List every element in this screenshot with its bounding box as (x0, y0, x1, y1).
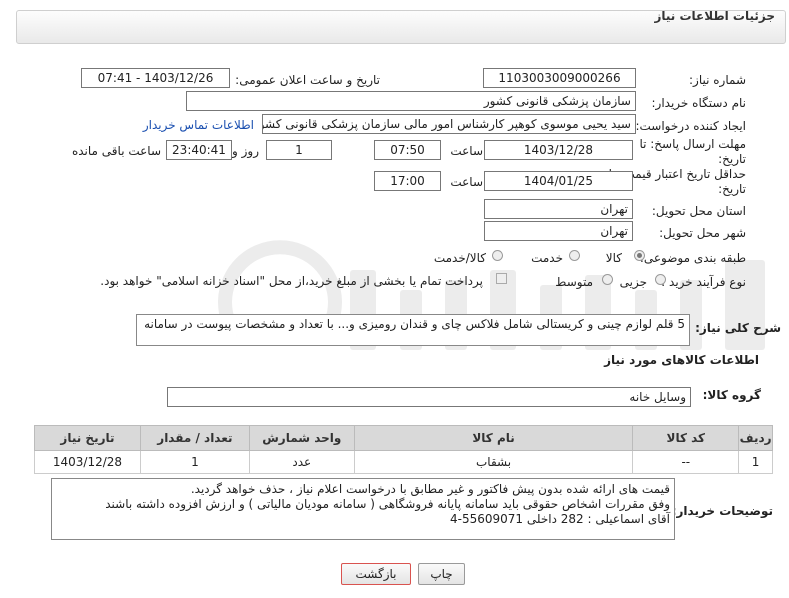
cell-code: -- (632, 450, 740, 474)
col-row: ردیف (738, 425, 773, 451)
description-field: 5 قلم لوازم چینی و کریستالی شامل فلاکس چ… (136, 314, 690, 346)
purchase-type-option-minor: جزیی (619, 275, 647, 289)
col-unit: واحد شمارش (248, 425, 355, 451)
reply-deadline-days-label: روز و (232, 144, 259, 158)
category-option-goods-service: کالا/خدمت (433, 251, 486, 265)
category-radio-goods-service[interactable] (492, 250, 503, 261)
announce-datetime-label: تاریخ و ساعت اعلان عمومی: (235, 73, 380, 87)
need-number-label: شماره نیاز: (689, 73, 746, 87)
cell-qty: 1 (139, 450, 250, 474)
col-qty: تعداد / مقدار (139, 425, 250, 451)
announce-datetime-field: 1403/12/26 - 07:41 (81, 68, 230, 88)
buyer-org-label: نام دستگاه خریدار: (651, 96, 747, 110)
cell-row: 1 (738, 450, 773, 474)
description-label: شرح کلی نیاز: (695, 321, 781, 335)
buyer-notes-line-1: قیمت های ارائه شده بدون پیش فاکتور و غیر… (190, 482, 670, 496)
category-radio-goods[interactable] (634, 250, 645, 261)
table-row: 1 -- بشقاب عدد 1 1403/12/28 (34, 450, 773, 474)
city-label: شهر محل تحویل: (659, 226, 746, 240)
price-validity-date-field: 1404/01/25 (484, 171, 633, 191)
province-label: استان محل تحویل: (651, 204, 746, 218)
remaining-time-field: 23:40:41 (166, 140, 232, 160)
need-number-field: 1103003009000266 (483, 68, 636, 88)
buyer-notes-label: توضیحات خریدار: (671, 504, 773, 518)
back-button[interactable]: بازگشت (341, 563, 411, 585)
treasury-payment-checkbox[interactable] (496, 273, 507, 284)
category-option-goods: کالا (605, 251, 622, 265)
treasury-payment-note: پرداخت تمام یا بخشی از مبلغ خرید،از محل … (100, 274, 483, 288)
goods-table: ردیف کد کالا نام کالا واحد شمارش تعداد /… (34, 425, 773, 474)
purchase-type-option-medium: متوسط (555, 275, 593, 289)
goods-group-label: گروه کالا: (702, 388, 761, 402)
price-validity-time-label: ساعت (450, 175, 483, 189)
category-radio-service[interactable] (569, 250, 580, 261)
purchase-type-radio-minor[interactable] (655, 274, 666, 285)
province-field: تهران (484, 199, 633, 219)
col-name: نام کالا (353, 425, 634, 451)
requester-field: سید یحیی موسوی کوهپر کارشناس امور مالی س… (262, 114, 636, 134)
page-title: جزئیات اطلاعات نیاز (654, 9, 775, 23)
cell-name: بشقاب (353, 450, 634, 474)
buyer-notes-line-3: آقای اسماعیلی : 282 داخلی 55609071-4 (449, 512, 670, 526)
cell-date: 1403/12/28 (34, 450, 141, 474)
col-code: کد کالا (632, 425, 740, 451)
reply-deadline-label-1: مهلت ارسال پاسخ: تا (639, 137, 746, 151)
reply-deadline-date-field: 1403/12/28 (484, 140, 633, 160)
reply-deadline-label-2: تاریخ: (718, 152, 746, 166)
cell-unit: عدد (248, 450, 355, 474)
col-date: تاریخ نیاز (34, 425, 141, 451)
reply-deadline-time-field: 07:50 (374, 140, 441, 160)
city-field: تهران (484, 221, 633, 241)
print-button[interactable]: چاپ (418, 563, 465, 585)
purchase-type-radio-medium[interactable] (602, 274, 613, 285)
buyer-org-field: سازمان پزشکی قانونی کشور (186, 91, 636, 111)
purchase-type-label: نوع فرآیند خرید : (661, 275, 746, 289)
price-validity-time-field: 17:00 (374, 171, 441, 191)
reply-deadline-time-label: ساعت (450, 144, 483, 158)
goods-group-field: وسایل خانه (167, 387, 691, 407)
remaining-time-label: ساعت باقی مانده (71, 144, 161, 158)
category-label: طبقه بندی موضوعی: (639, 251, 746, 265)
reply-deadline-days-field: 1 (266, 140, 332, 160)
requester-label: ایجاد کننده درخواست: (635, 119, 746, 133)
buyer-notes-field: قیمت های ارائه شده بدون پیش فاکتور و غیر… (51, 478, 675, 540)
goods-section-title: اطلاعات کالاهای مورد نیاز (604, 353, 759, 367)
buyer-contact-link[interactable]: اطلاعات تماس خریدار (143, 118, 254, 132)
category-option-service: خدمت (531, 251, 563, 265)
price-validity-label-2: تاریخ: (718, 182, 746, 196)
buyer-notes-line-2: وفق مقررات اشخاص حقوقی باید سامانه پایان… (105, 497, 670, 511)
